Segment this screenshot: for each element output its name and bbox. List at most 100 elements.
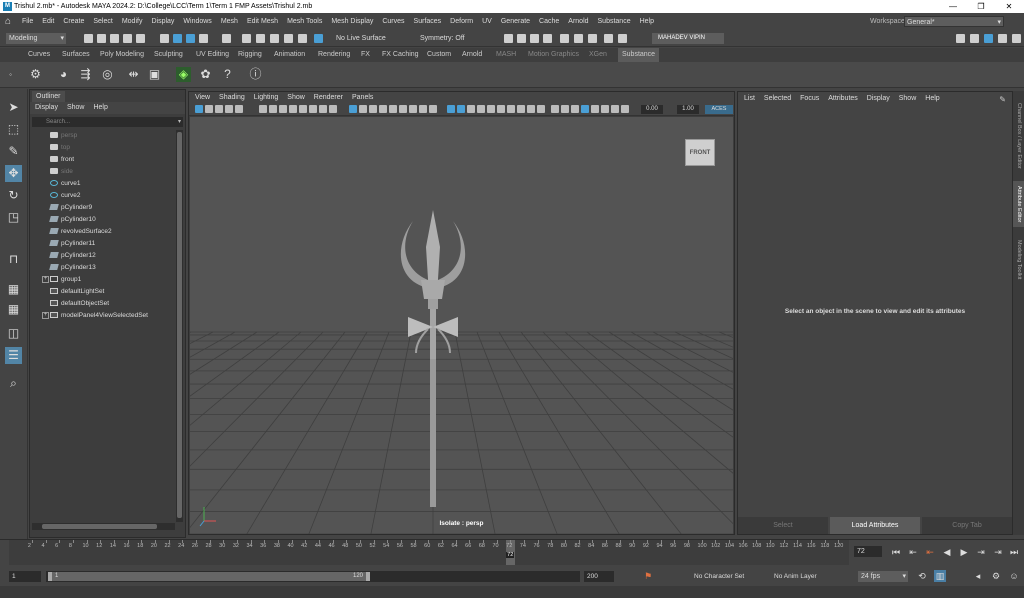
scale-tool-icon[interactable]: ◳ (5, 209, 22, 226)
viewport-tool-icon[interactable] (457, 105, 465, 113)
step-forward-key-icon[interactable]: ⇥ (992, 546, 1004, 558)
viewport-tool-icon[interactable] (409, 105, 417, 113)
select-tool-icon[interactable]: ➤ (5, 99, 22, 116)
toolkit-toggle-icon[interactable] (970, 34, 979, 43)
viewport-tool-icon[interactable] (359, 105, 367, 113)
step-back-frame-icon[interactable]: ⇤ (924, 546, 936, 558)
paint-select-tool-icon[interactable]: ✎ (5, 143, 22, 160)
shelf-tab-fx[interactable]: FX (361, 48, 370, 62)
range-start-handle[interactable] (48, 572, 52, 581)
time-ruler[interactable]: 72 2 4 6 8 10 12 14 16 18 20 22 24 26 28 30 32 34 36 38 40 4… (9, 540, 849, 565)
menu-modify[interactable]: Modify (122, 13, 143, 30)
snap-view-plane-icon[interactable] (298, 34, 307, 43)
render-history-icon[interactable] (504, 34, 513, 43)
viewport-tool-icon[interactable] (581, 105, 589, 113)
select-hierarchy-icon[interactable] (160, 34, 169, 43)
channel-box-toggle-icon[interactable] (1012, 34, 1021, 43)
tool-settings-toggle-icon[interactable] (998, 34, 1007, 43)
shelf-tab-custom[interactable]: Custom (427, 48, 451, 62)
viewport-tool-icon[interactable] (279, 105, 287, 113)
outliner-menu-display[interactable]: Display (35, 104, 58, 111)
viewport-tool-icon[interactable] (389, 105, 397, 113)
user-account-select[interactable]: MAHADEV VIPIN (652, 33, 724, 44)
scrollbar-thumb[interactable] (42, 524, 157, 529)
shelf-tab-surfaces[interactable]: Surfaces (62, 48, 90, 62)
exposure-field[interactable]: 0.00 (641, 105, 663, 114)
render-frame-icon[interactable] (517, 34, 526, 43)
menu-mesh-display[interactable]: Mesh Display (331, 13, 373, 30)
viewport-tool-icon[interactable] (611, 105, 619, 113)
outliner-item[interactable]: curve2 (30, 190, 176, 202)
arnold-ipr-icon[interactable] (604, 34, 613, 43)
snap-curve-icon[interactable] (256, 34, 265, 43)
channel-box-tab[interactable]: Channel Box / Layer Editor (1013, 95, 1024, 177)
menu-mesh[interactable]: Mesh (221, 13, 238, 30)
open-scene-icon[interactable] (97, 34, 106, 43)
viewport-tool-icon[interactable] (551, 105, 559, 113)
snap-projected-icon[interactable] (284, 34, 293, 43)
viewport-canvas[interactable]: FRONT Isolate : persp (190, 117, 733, 534)
range-end-handle[interactable] (366, 572, 370, 581)
lasso-tool-icon[interactable]: ⬚ (5, 121, 22, 138)
viewport-tool-icon[interactable] (429, 105, 437, 113)
outliner-item[interactable]: defaultObjectSet (30, 298, 176, 310)
attribute-menu-help[interactable]: Help (925, 95, 939, 102)
outliner-item[interactable]: front (30, 154, 176, 166)
menu-arnold[interactable]: Arnold (568, 13, 588, 30)
expand-icon[interactable]: + (42, 276, 49, 283)
go-to-start-icon[interactable]: ⏮ (890, 546, 902, 558)
shelf-tab-arnold[interactable]: Arnold (462, 48, 482, 62)
outliner-item[interactable]: defaultLightSet (30, 286, 176, 298)
menu-mesh-tools[interactable]: Mesh Tools (287, 13, 322, 30)
viewport-tool-icon[interactable] (269, 105, 277, 113)
menu-edit-mesh[interactable]: Edit Mesh (247, 13, 278, 30)
sidebar-toggle-icon[interactable] (956, 34, 965, 43)
shelf-tab-fx-caching[interactable]: FX Caching (382, 48, 419, 62)
ipr-render-icon[interactable] (530, 34, 539, 43)
render-settings-icon[interactable] (543, 34, 552, 43)
menu-edit[interactable]: Edit (42, 13, 54, 30)
menu-select[interactable]: Select (93, 13, 112, 30)
make-live-icon[interactable] (314, 34, 323, 43)
move-tool-icon[interactable]: ✥ (5, 165, 22, 182)
menu-display[interactable]: Display (151, 13, 174, 30)
go-to-end-icon[interactable]: ⏭ (1008, 546, 1020, 558)
copy-tab-button[interactable]: Copy Tab (922, 517, 1012, 534)
viewport-tool-icon[interactable] (205, 105, 213, 113)
select-object-icon[interactable] (173, 34, 182, 43)
loop-icon[interactable]: ⟲ (916, 570, 928, 582)
viewport-tool-icon[interactable] (299, 105, 307, 113)
viewport-menu-renderer[interactable]: Renderer (314, 94, 343, 101)
step-forward-frame-icon[interactable]: ⇥ (975, 546, 987, 558)
expand-icon[interactable]: + (42, 312, 49, 319)
shelf-tab-rendering[interactable]: Rendering (318, 48, 350, 62)
play-backwards-icon[interactable]: ◀ (941, 546, 953, 558)
two-view-layout-icon[interactable]: ◫ (5, 325, 22, 342)
menu-uv[interactable]: UV (482, 13, 492, 30)
attribute-menu-selected[interactable]: Selected (764, 95, 791, 102)
outliner-scrollbar[interactable] (176, 130, 183, 522)
viewport-tool-icon[interactable] (349, 105, 357, 113)
shelf-tab-substance[interactable]: Substance (618, 48, 660, 62)
viewport-tool-icon[interactable] (289, 105, 297, 113)
viewport-tool-icon[interactable] (399, 105, 407, 113)
menu-windows[interactable]: Windows (183, 13, 211, 30)
search-icon[interactable]: ⌕ (5, 375, 22, 392)
outliner-item[interactable]: pCylinder11 (30, 238, 176, 250)
menu-substance[interactable]: Substance (598, 13, 631, 30)
attribute-menu-display[interactable]: Display (867, 95, 890, 102)
substance-target-icon[interactable]: ◎ (100, 67, 115, 82)
outliner-menu-show[interactable]: Show (67, 104, 85, 111)
viewport-tool-icon[interactable] (591, 105, 599, 113)
shelf-tab-sculpting[interactable]: Sculpting (154, 48, 183, 62)
anim-layer-select[interactable]: No Anim Layer (774, 571, 817, 582)
select-mask-icon[interactable] (222, 34, 231, 43)
auto-key-icon[interactable]: ⚑ (642, 570, 654, 582)
viewport-tool-icon[interactable] (537, 105, 545, 113)
shelf-tab-rigging[interactable]: Rigging (238, 48, 262, 62)
redo-icon[interactable] (136, 34, 145, 43)
shelf-tab-uv-editing[interactable]: UV Editing (196, 48, 229, 62)
symmetry-select[interactable]: Symmetry: Off (420, 33, 492, 44)
viewport-tool-icon[interactable] (571, 105, 579, 113)
help-icon[interactable]: ? (220, 67, 235, 82)
